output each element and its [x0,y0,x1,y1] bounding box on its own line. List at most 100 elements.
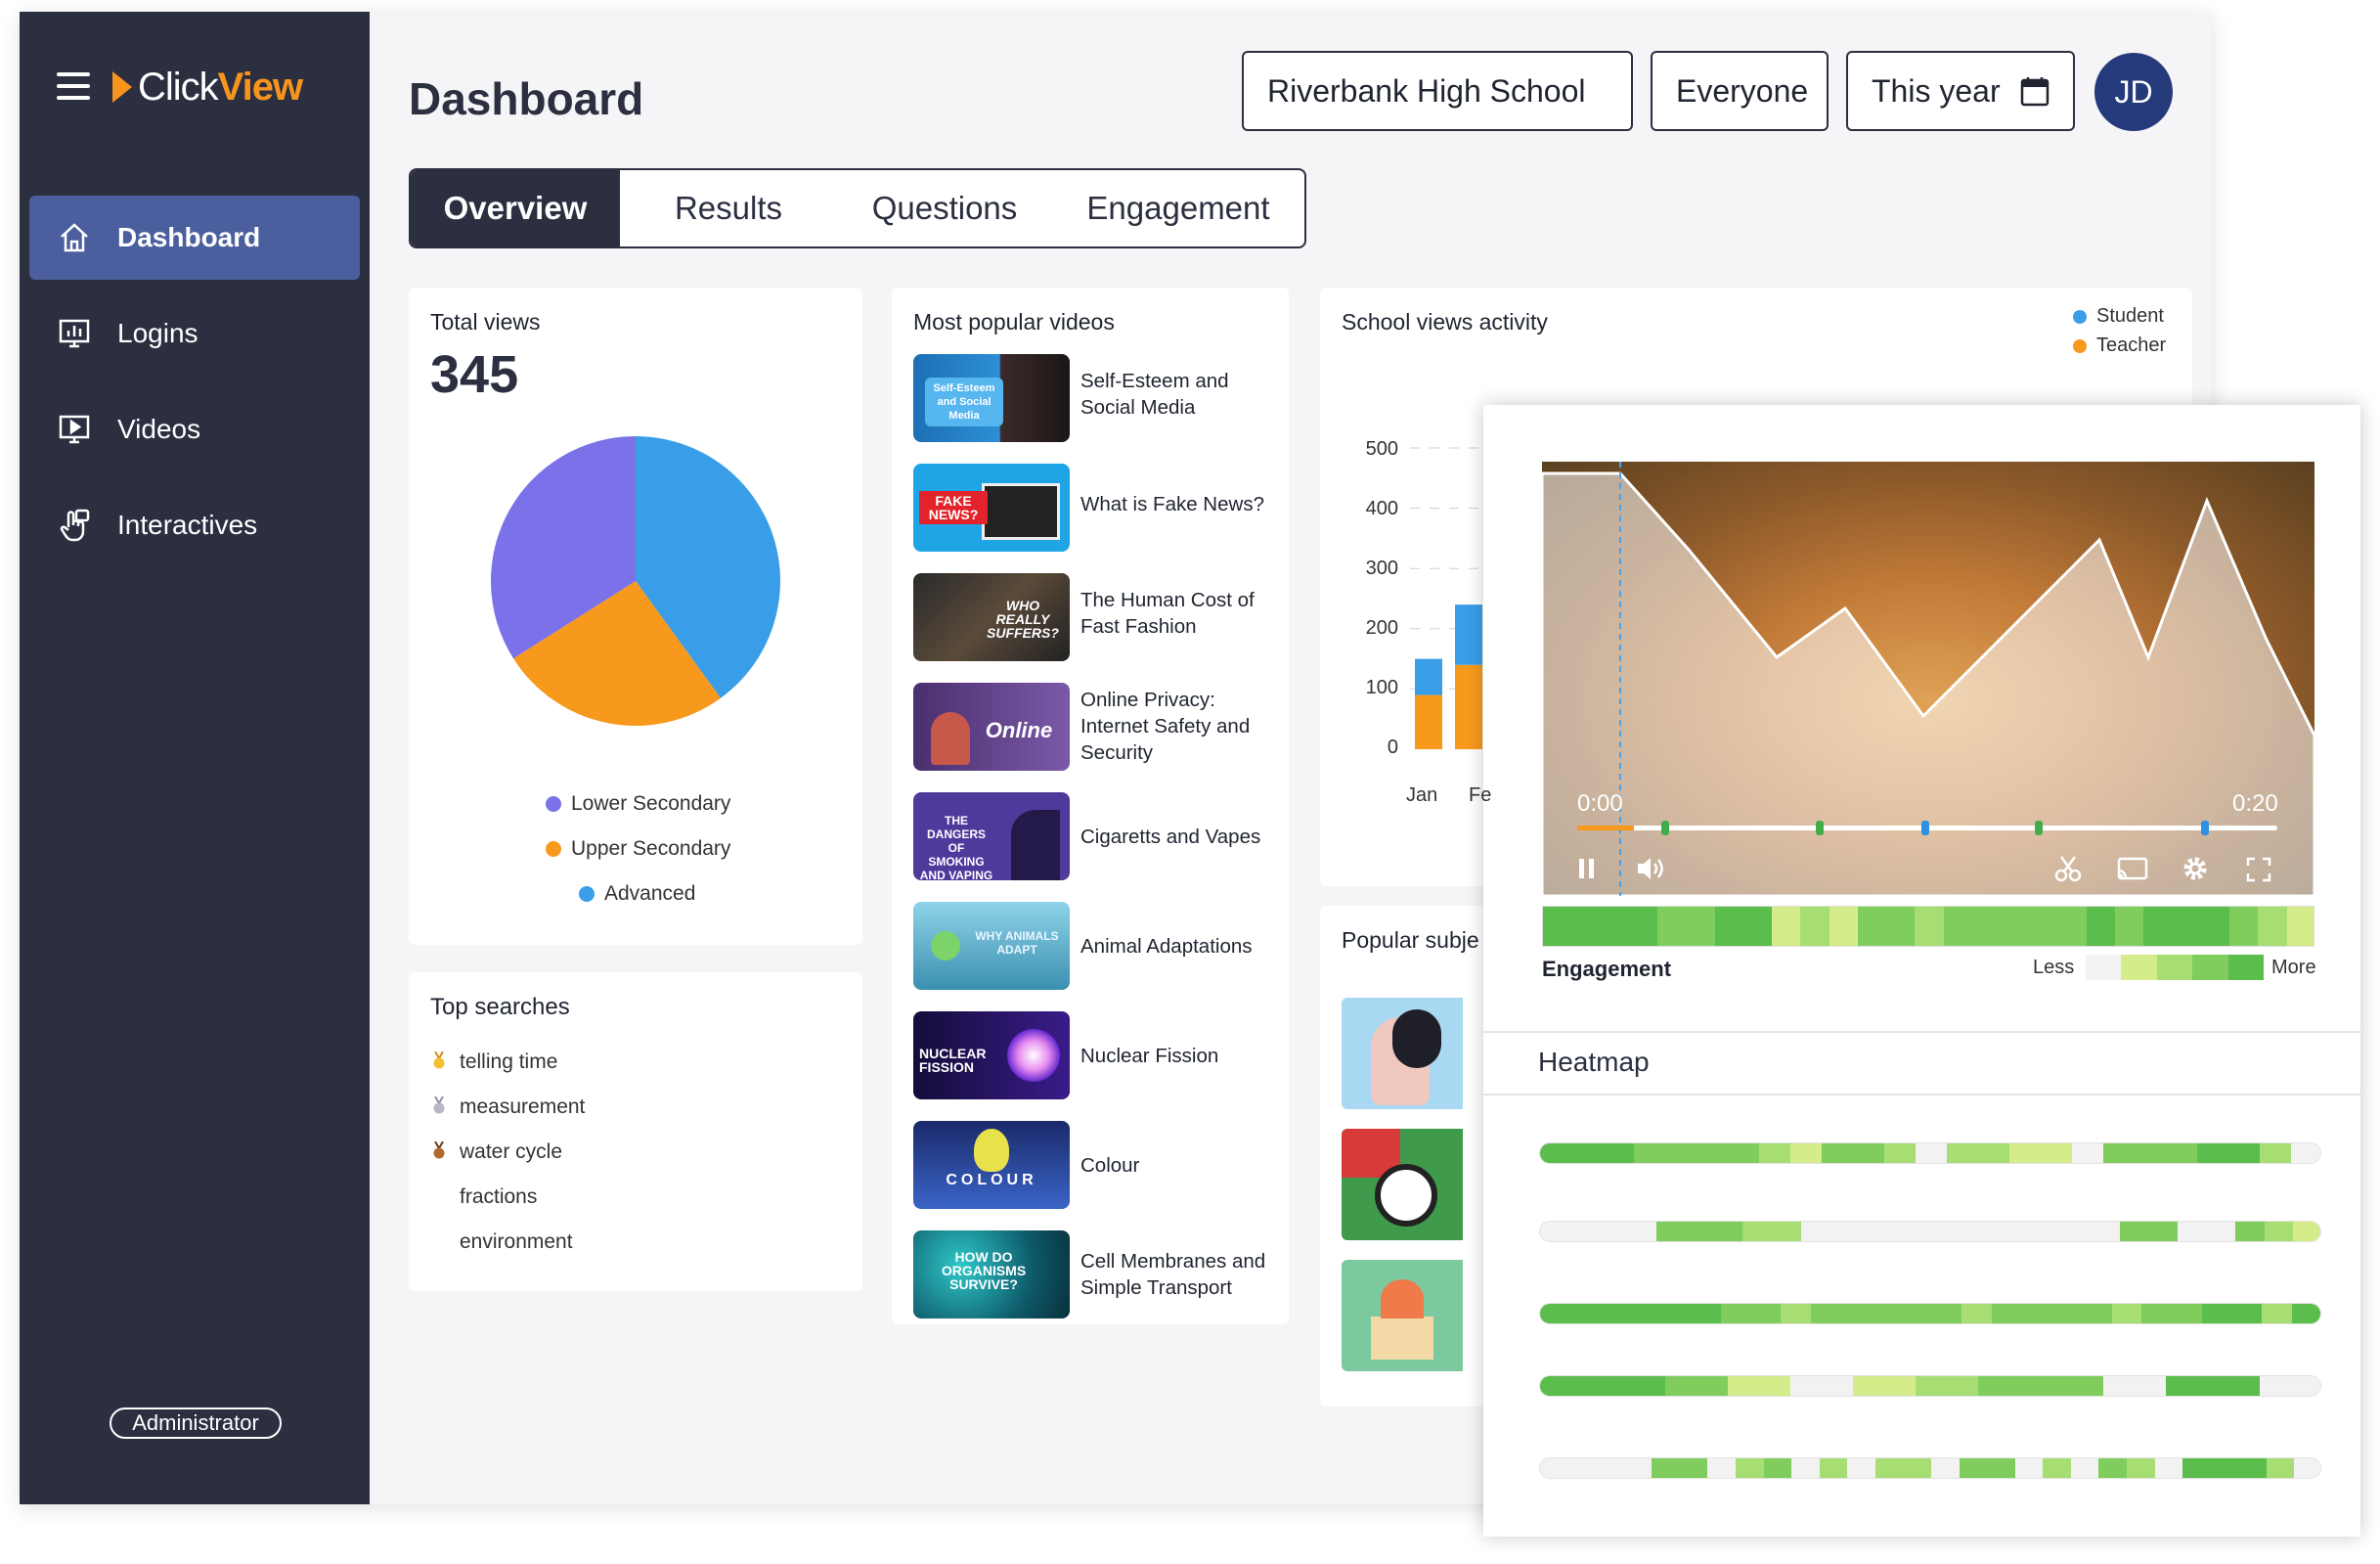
engagement-strip[interactable] [1542,906,2314,947]
search-item[interactable]: measurement [460,1095,585,1119]
heatmap-segment [1571,1143,1604,1163]
legend-label: Advanced [604,882,696,905]
heatmap-segment [1630,1304,1662,1323]
search-item[interactable]: environment [460,1230,573,1254]
heatmap-segment [1598,1222,1628,1241]
menu-icon[interactable] [57,72,90,100]
top-searches-card: Top searches telling time measurement wa… [409,972,862,1291]
time-start: 0:00 [1577,790,1623,817]
heatmap-segment [2210,1458,2240,1478]
period-filter-button[interactable]: This year [1846,51,2075,131]
sidebar-item-dashboard[interactable]: Dashboard [29,196,360,280]
video-title[interactable]: Nuclear Fission [1080,1043,1276,1069]
subject-thumbnail[interactable] [1342,998,1463,1109]
video-thumbnail[interactable]: FAKE NEWS? [913,464,1070,552]
bar-fe-student[interactable] [1455,604,1482,665]
popular-subjects-title: Popular subje [1342,927,1479,953]
heatmap-segment [1810,1304,1842,1323]
video-thumbnail[interactable]: HOW DO ORGANISMS SURVIVE? [913,1230,1070,1318]
video-thumbnail[interactable]: Self-Esteem and Social Media [913,354,1070,442]
video-thumbnail[interactable]: WHO REALLY SUFFERS? [913,573,1070,661]
seek-bar[interactable] [1577,821,2277,835]
video-title[interactable]: Cigaretts and Vapes [1080,824,1276,850]
search-item[interactable]: water cycle [460,1140,562,1164]
heatmap-segment [1652,1458,1681,1478]
tab-engagement[interactable]: Engagement [1052,170,1304,246]
sidebar-item-videos[interactable]: Videos [29,387,360,471]
thumbnail-creature [931,931,960,961]
settings-gear-icon[interactable] [2182,855,2209,882]
logo-text-bold: View [217,65,303,109]
heatmap-segment [1772,1222,1802,1241]
video-thumbnail[interactable]: Online [913,683,1070,771]
video-player[interactable]: 0:00 0:20 [1542,462,2314,896]
thumbnail-text: WHO REALLY SUFFERS? [987,598,1059,641]
thumbnail-flask [974,1129,1009,1172]
avatar[interactable]: JD [2094,53,2173,131]
video-thumbnail[interactable]: NUCLEAR FISSION [913,1011,1070,1099]
video-thumbnail[interactable]: THE DANGERS OF SMOKING AND VAPING [913,792,1070,880]
heatmap-row[interactable] [1539,1457,2321,1479]
clickview-logo[interactable]: Click View [112,63,303,112]
volume-icon[interactable] [1636,855,1667,882]
heatmap-segment [1690,1304,1722,1323]
sidebar-nav: Dashboard Logins Videos Interactives [29,196,360,579]
sidebar: Click View Dashboard Logins Videos Intera… [20,12,370,1504]
heatmap-panel: Heatmap [1483,1031,2360,1537]
heatmap-segment [2293,1222,2320,1241]
scissors-icon[interactable] [2054,855,2082,882]
sidebar-item-interactives[interactable]: Interactives [29,483,360,567]
heatmap-segment [1916,1143,1948,1163]
heatmap-segment [2135,1143,2167,1163]
engagement-segment [2115,907,2145,946]
engagement-segment [1772,907,1802,946]
search-item[interactable]: telling time [460,1050,557,1074]
subject-thumbnail[interactable] [1342,1129,1463,1240]
cast-icon[interactable] [2117,857,2148,880]
subject-thumbnail[interactable] [1342,1260,1463,1371]
bar-jan-student[interactable] [1415,658,1442,695]
heatmap-segment [1978,1376,2010,1396]
heatmap-row[interactable] [1539,1142,2321,1164]
engagement-scale [2086,955,2265,980]
heatmap-segment [1540,1222,1570,1241]
heatmap-segment [2172,1304,2203,1323]
audience-filter-button[interactable]: Everyone [1651,51,1829,131]
video-thumbnail[interactable]: WHY ANIMALS ADAPT [913,902,1070,990]
heatmap-segment [1623,1458,1653,1478]
school-filter-button[interactable]: Riverbank High School [1242,51,1633,131]
tab-overview[interactable]: Overview [411,170,620,246]
heatmap-row[interactable] [1539,1303,2321,1324]
video-title[interactable]: Colour [1080,1152,1276,1179]
pause-icon[interactable] [1577,857,1597,880]
video-thumbnail[interactable]: COLOUR [913,1121,1070,1209]
soccer-ball-icon [1375,1164,1437,1227]
legend-item: Teacher [2073,335,2166,357]
fullscreen-icon[interactable] [2246,857,2271,882]
engagement-segment [2286,907,2314,946]
video-title[interactable]: Animal Adaptations [1080,933,1276,960]
tab-results[interactable]: Results [620,170,837,246]
video-title[interactable]: What is Fake News? [1080,491,1276,517]
heatmap-segment [1655,1222,1687,1241]
bar-jan-teacher[interactable] [1415,694,1442,749]
total-views-title: Total views [430,309,541,335]
heatmap-segment [1697,1376,1729,1396]
video-title[interactable]: Self-Esteem and Social Media [1080,368,1276,421]
engagement-segment [1543,907,1573,946]
video-title[interactable]: Online Privacy: Internet Safety and Secu… [1080,687,1276,766]
heatmap-row[interactable] [1539,1221,2321,1242]
search-item[interactable]: fractions [460,1185,537,1209]
heatmap-row[interactable] [1539,1375,2321,1397]
legend-dot [2073,309,2087,324]
video-title[interactable]: The Human Cost of Fast Fashion [1080,587,1276,640]
seek-marker [1921,821,1929,835]
sidebar-item-logins[interactable]: Logins [29,291,360,376]
heatmap-segment [2228,1143,2261,1163]
bar-fe-teacher[interactable] [1455,664,1482,749]
y-tick-label: 200 [1365,617,1398,639]
heatmap-segment [2021,1304,2053,1323]
video-title[interactable]: Cell Membranes and Simple Transport [1080,1248,1276,1301]
tab-questions[interactable]: Questions [837,170,1052,246]
subject-plant [1381,1279,1424,1318]
